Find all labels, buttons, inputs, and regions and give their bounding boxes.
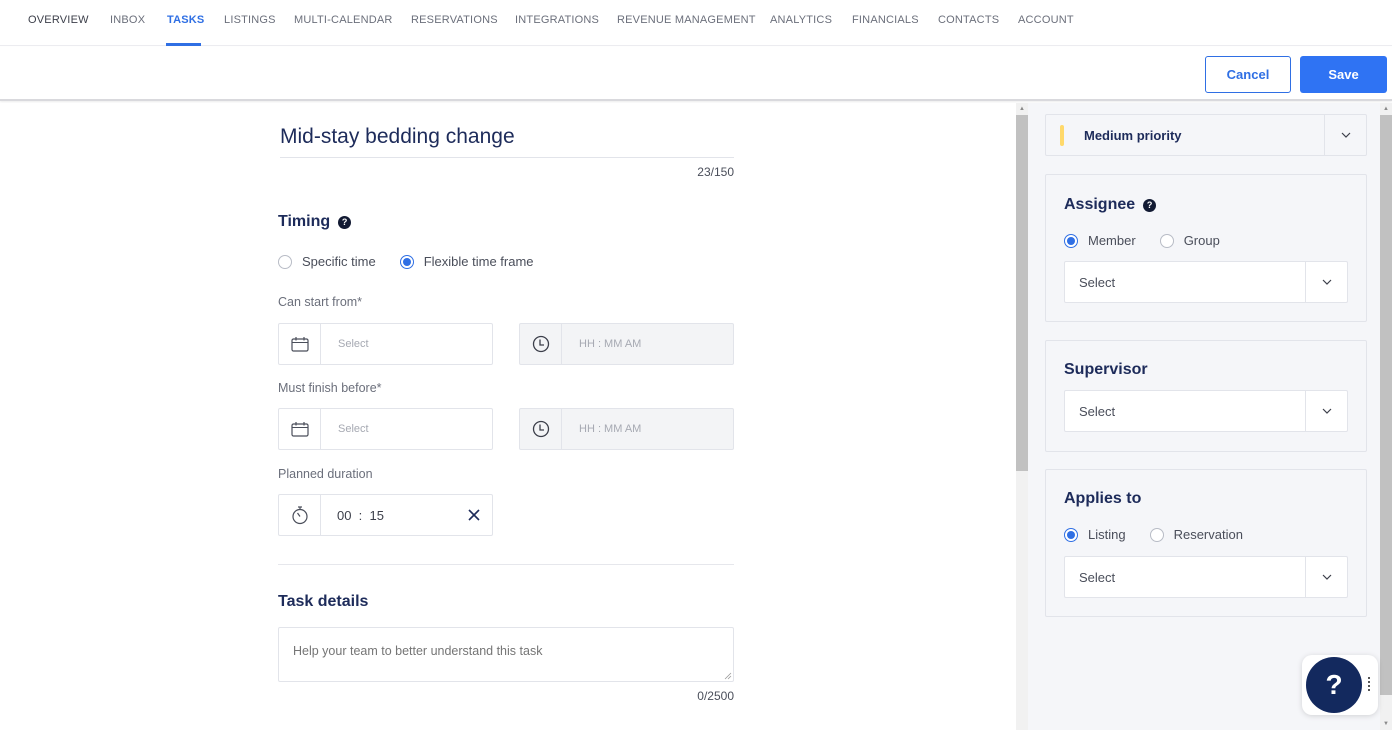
stopwatch-icon [279, 495, 321, 535]
assignee-heading: Assignee ? [1064, 196, 1157, 214]
radio-reservation[interactable] [1149, 527, 1164, 542]
applies-to-card: Applies to Listing Reservation Select [1045, 469, 1367, 617]
nav-inbox[interactable]: INBOX [110, 14, 145, 26]
nav-contacts[interactable]: CONTACTS [938, 14, 999, 26]
assignee-type-options: Member Group [1064, 233, 1244, 248]
duration-input[interactable]: 00 : 15 [278, 494, 493, 536]
cancel-button[interactable]: Cancel [1205, 56, 1291, 93]
duration-value: 00 : 15 [337, 507, 384, 523]
start-time-value: HH : MM AM [579, 338, 642, 350]
radio-reservation-label[interactable]: Reservation [1174, 527, 1243, 542]
nav-revenue-management[interactable]: REVENUE MANAGEMENT [617, 14, 756, 26]
title-underline [280, 157, 734, 158]
nav-financials[interactable]: FINANCIALS [852, 14, 919, 26]
nav-account[interactable]: ACCOUNT [1018, 14, 1074, 26]
calendar-icon [279, 324, 321, 364]
supervisor-card: Supervisor Select [1045, 340, 1367, 452]
sidebar-scrollbar[interactable]: ▲ ▼ [1380, 103, 1392, 730]
finish-label: Must finish before* [278, 381, 382, 395]
chevron-down-icon [1305, 557, 1347, 597]
chevron-down-icon [1305, 262, 1347, 302]
start-date-picker[interactable]: Select [278, 323, 493, 365]
task-form: 23/150 Timing ? Specific time Flexible t… [0, 103, 1016, 730]
active-tab-indicator [166, 43, 201, 46]
radio-member-label[interactable]: Member [1088, 233, 1136, 248]
start-label: Can start from* [278, 295, 363, 309]
assignee-select-value: Select [1079, 274, 1116, 290]
nav-integrations[interactable]: INTEGRATIONS [515, 14, 599, 26]
assignee-card: Assignee ? Member Group Select [1045, 174, 1367, 322]
details-char-counter: 0/2500 [697, 689, 734, 703]
assignee-select[interactable]: Select [1064, 261, 1348, 303]
nav-listings[interactable]: LISTINGS [224, 14, 276, 26]
radio-listing[interactable] [1064, 527, 1078, 542]
action-bar: Cancel Save [0, 47, 1392, 101]
applies-to-heading: Applies to [1064, 490, 1142, 507]
main-scrollbar[interactable]: ▲ [1016, 103, 1028, 730]
chevron-down-icon [1324, 115, 1366, 155]
start-date-value: Select [338, 338, 369, 350]
task-sidebar: Medium priority Assignee ? Member Group … [1028, 103, 1380, 730]
save-button[interactable]: Save [1300, 56, 1387, 93]
section-divider [278, 564, 734, 565]
supervisor-select[interactable]: Select [1064, 390, 1348, 432]
chevron-down-icon [1305, 391, 1347, 431]
title-char-counter: 23/150 [697, 165, 734, 179]
nav-reservations[interactable]: RESERVATIONS [411, 14, 498, 26]
finish-date-picker[interactable]: Select [278, 408, 493, 450]
task-details-heading-text: Task details [278, 593, 369, 610]
supervisor-select-value: Select [1079, 403, 1116, 419]
scroll-up-icon[interactable]: ▲ [1380, 103, 1392, 115]
scroll-down-icon[interactable]: ▼ [1380, 718, 1392, 730]
radio-member[interactable] [1064, 233, 1078, 248]
start-time-picker[interactable]: HH : MM AM [519, 323, 734, 365]
priority-value: Medium priority [1084, 127, 1182, 143]
timing-heading: Timing ? [278, 213, 352, 231]
help-widget: ? [1302, 655, 1378, 715]
help-icon[interactable]: ? [1143, 198, 1157, 212]
radio-flexible-time-frame[interactable] [399, 254, 414, 269]
calendar-icon [279, 409, 321, 449]
task-details-textarea[interactable] [278, 627, 734, 682]
duration-label: Planned duration [278, 467, 373, 481]
finish-time-value: HH : MM AM [579, 423, 642, 435]
assignee-heading-text: Assignee [1064, 196, 1136, 213]
nav-overview[interactable]: OVERVIEW [28, 14, 89, 26]
task-details-heading: Task details [278, 593, 368, 611]
finish-time-picker[interactable]: HH : MM AM [519, 408, 734, 450]
radio-flexible-time-frame-label[interactable]: Flexible time frame [424, 254, 534, 269]
radio-specific-time[interactable] [278, 254, 292, 269]
clock-icon [520, 324, 562, 364]
nav-multi-calendar[interactable]: MULTI-CALENDAR [294, 14, 393, 26]
nav-analytics[interactable]: ANALYTICS [770, 14, 832, 26]
drag-handle-icon[interactable] [1368, 677, 1371, 691]
top-navigation: OVERVIEW INBOX TASKS LISTINGS MULTI-CALE… [0, 0, 1392, 46]
help-button[interactable]: ? [1306, 657, 1362, 713]
scroll-up-icon[interactable]: ▲ [1016, 103, 1028, 115]
applies-to-select[interactable]: Select [1064, 556, 1348, 598]
radio-listing-label[interactable]: Listing [1088, 527, 1126, 542]
radio-group[interactable] [1159, 233, 1174, 248]
applies-to-options: Listing Reservation [1064, 527, 1267, 542]
timing-options: Specific time Flexible time frame [278, 254, 558, 269]
timing-heading-text: Timing [278, 213, 331, 230]
supervisor-heading: Supervisor [1064, 361, 1148, 378]
priority-dropdown[interactable]: Medium priority [1045, 114, 1367, 156]
sidebar-scrollbar-thumb[interactable] [1380, 115, 1392, 695]
radio-specific-time-label[interactable]: Specific time [302, 254, 376, 269]
radio-group-label[interactable]: Group [1184, 233, 1220, 248]
main-scrollbar-thumb[interactable] [1016, 115, 1028, 471]
clear-duration-icon[interactable] [456, 495, 492, 535]
task-title-input[interactable] [280, 125, 734, 149]
resize-handle-icon[interactable] [724, 672, 732, 680]
finish-date-value: Select [338, 423, 369, 435]
applies-to-select-value: Select [1079, 569, 1116, 585]
clock-icon [520, 409, 562, 449]
nav-tasks[interactable]: TASKS [167, 14, 204, 26]
help-icon[interactable]: ? [338, 215, 352, 229]
priority-color-bar [1060, 124, 1064, 146]
